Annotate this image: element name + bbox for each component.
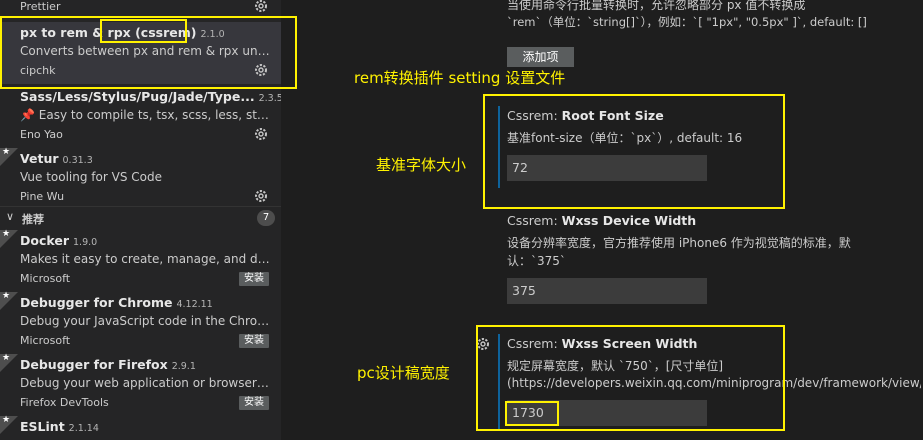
extension-description: Converts between px and rem & rpx units.… xyxy=(20,44,272,58)
extension-version: 2.9.1 xyxy=(171,361,196,372)
wxss-device-width-input[interactable]: 375 xyxy=(507,278,707,304)
extension-publisher: Microsoft xyxy=(20,272,71,285)
extension-item-docker[interactable]: ★ Docker 1.9.0 Makes it easy to create, m… xyxy=(0,229,281,292)
setting-description: 设备分辨率宽度，官方推荐使用 iPhone6 作为视觉稿的标准，默 xyxy=(507,236,851,250)
star-icon: ★ xyxy=(0,291,18,310)
root-font-size-input[interactable]: 72 xyxy=(507,155,707,181)
extension-item-debugger-firefox[interactable]: ★ Debugger for Firefox 2.9.1 Debug your w… xyxy=(0,353,281,416)
extension-name: Debugger for Firefox 2.9.1 xyxy=(20,357,196,372)
extensions-sidebar: Prettier px to rem & rpx (cssrem) 2.1.0 C… xyxy=(0,0,281,440)
add-item-button[interactable]: 添加项 xyxy=(507,47,574,67)
section-label: 推荐 xyxy=(22,213,44,226)
extension-name: Vetur 0.31.3 xyxy=(20,151,93,166)
setting-description: 规定屏幕宽度，默认 `750`，[尺寸单位] xyxy=(507,359,724,373)
install-button[interactable]: 安装 xyxy=(239,272,269,286)
extension-version: 2.1.14 xyxy=(68,423,99,434)
focus-indicator xyxy=(498,106,500,188)
install-button[interactable]: 安装 xyxy=(239,396,269,410)
star-icon: ★ xyxy=(0,415,18,434)
extension-item-eslint[interactable]: ★ ESLint 2.1.14 xyxy=(0,415,281,440)
gear-icon[interactable] xyxy=(253,188,269,204)
setting-description: 当使用命令行批量转换时，允许忽略部分 px 值不转换成 xyxy=(507,0,806,12)
extension-publisher: cipchk xyxy=(20,64,56,77)
star-icon: ★ xyxy=(0,147,18,166)
recommended-section-header[interactable]: ∨ 推荐 7 xyxy=(0,206,281,229)
count-badge: 7 xyxy=(257,210,275,226)
extension-description: Debug your JavaScript code in the Chrom.… xyxy=(20,314,272,328)
setting-description-link[interactable]: (https://developers.weixin.qq.com/minipr… xyxy=(507,376,921,390)
extension-publisher: Eno Yao xyxy=(20,128,63,141)
star-icon: ★ xyxy=(0,229,18,248)
extension-item-cssrem[interactable]: px to rem & rpx (cssrem) 2.1.0 Converts b… xyxy=(0,22,281,84)
extension-name: px to rem & rpx (cssrem) 2.1.0 xyxy=(20,25,225,40)
extension-version: 2.3.53 xyxy=(258,93,281,104)
extension-item-debugger-chrome[interactable]: ★ Debugger for Chrome 4.12.11 Debug your … xyxy=(0,291,281,354)
extension-publisher: Prettier xyxy=(20,0,61,13)
extension-description: Debug your web application or browser e.… xyxy=(20,376,272,390)
gear-icon[interactable] xyxy=(253,126,269,142)
extension-name: ESLint 2.1.14 xyxy=(20,419,99,434)
gear-icon[interactable] xyxy=(253,62,269,78)
wxss-screen-width-input[interactable]: 1730 xyxy=(507,400,707,426)
annotation-label: pc设计稿宽度 xyxy=(357,364,450,382)
star-icon: ★ xyxy=(0,353,18,372)
extension-name: Sass/Less/Stylus/Pug/Jade/Type...2.3.53 xyxy=(20,89,281,104)
extension-publisher: Pine Wu xyxy=(20,190,65,203)
setting-description: 基准font-size（单位：`px`）, default: 16 xyxy=(507,131,743,145)
setting-title-wxss-device-width: Cssrem: Wxss Device Width xyxy=(507,213,697,228)
focus-indicator xyxy=(498,334,500,430)
setting-description: `rem`（单位：`string[]`），例如：`[ "1px", "0.5px… xyxy=(507,15,867,29)
annotation-label: rem转换插件 setting 设置文件 xyxy=(354,69,566,87)
extension-description: 📌 Easy to compile ts, tsx, scss, less, s… xyxy=(20,108,272,122)
install-button[interactable]: 安装 xyxy=(239,334,269,348)
extension-name: Debugger for Chrome 4.12.11 xyxy=(20,295,213,310)
extension-version: 1.9.0 xyxy=(73,237,98,248)
extension-description: Makes it easy to create, manage, and deb… xyxy=(20,252,272,266)
extension-item-vetur[interactable]: ★ Vetur 0.31.3 Vue tooling for VS Code Pi… xyxy=(0,147,281,210)
annotation-label: 基准字体大小 xyxy=(376,156,467,174)
extension-version: 4.12.11 xyxy=(176,299,213,310)
extension-description: Vue tooling for VS Code xyxy=(20,170,162,184)
setting-description: 认：`375` xyxy=(507,254,566,268)
setting-title-wxss-screen-width: Cssrem: Wxss Screen Width xyxy=(507,336,698,351)
extension-version: 0.31.3 xyxy=(62,155,93,166)
chevron-down-icon[interactable]: ∨ xyxy=(6,210,14,223)
extension-version: 2.1.0 xyxy=(200,29,225,40)
extension-item-easy-compile[interactable]: Sass/Less/Stylus/Pug/Jade/Type...2.3.53 … xyxy=(0,86,281,148)
extension-publisher: Firefox DevTools xyxy=(20,396,109,409)
extension-publisher: Microsoft xyxy=(20,334,71,347)
gear-icon[interactable] xyxy=(253,0,269,14)
gear-icon[interactable] xyxy=(475,336,491,352)
extension-item-prettier[interactable]: Prettier xyxy=(0,0,281,20)
setting-title-root-font-size: Cssrem: Root Font Size xyxy=(507,108,664,123)
extension-name: Docker 1.9.0 xyxy=(20,233,98,248)
